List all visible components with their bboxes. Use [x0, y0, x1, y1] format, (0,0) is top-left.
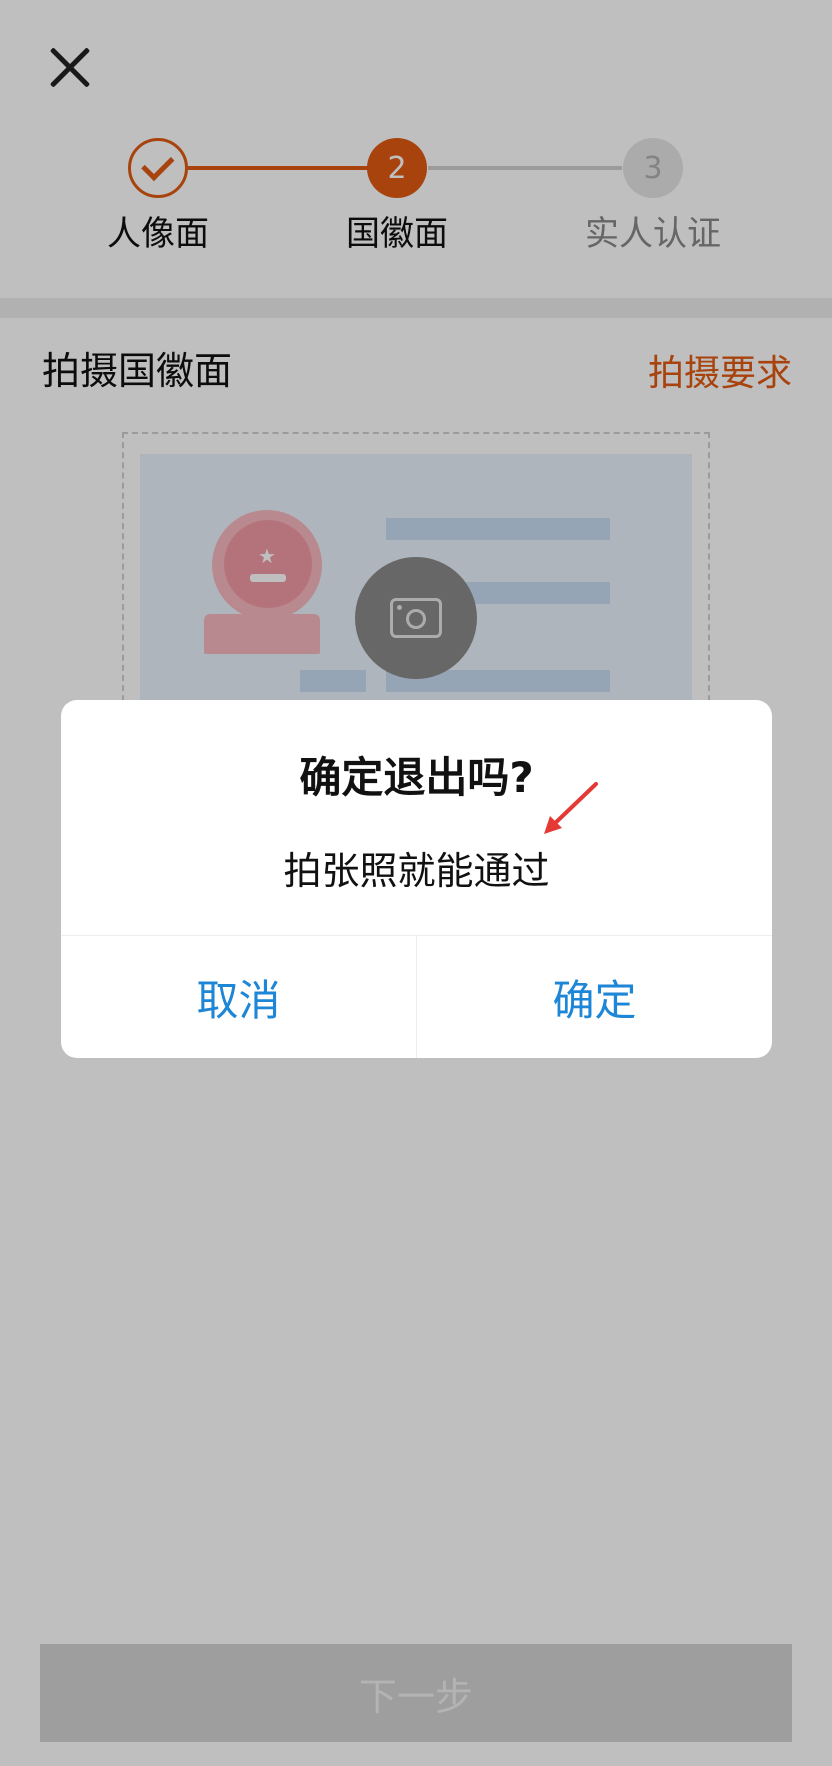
dialog-title: 确定退出吗? [299, 753, 534, 802]
annotation-arrow-icon [544, 782, 598, 834]
confirm-button[interactable]: 确定 [417, 936, 772, 1058]
dialog-message: 拍张照就能通过 [283, 849, 550, 893]
exit-confirm-dialog: 确定退出吗? 拍张照就能通过 取消 确定 [61, 700, 772, 1058]
cancel-button[interactable]: 取消 [61, 936, 416, 1058]
